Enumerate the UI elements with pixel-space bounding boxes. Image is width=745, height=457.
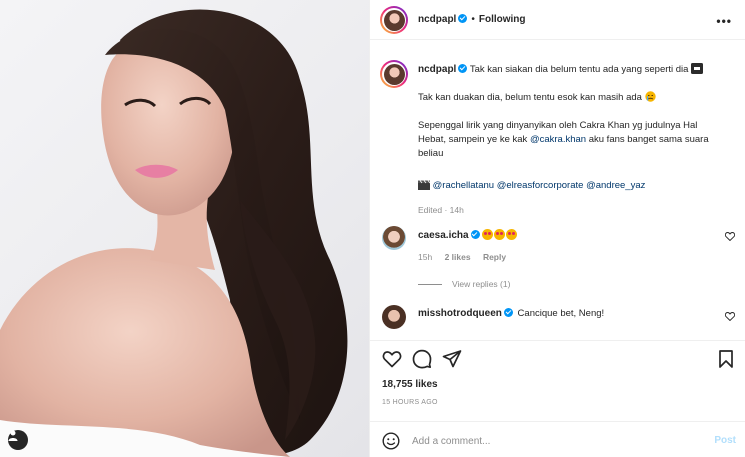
heart-eyes-emoji-icon (506, 229, 518, 240)
post-actions-bar (370, 340, 745, 374)
comment-item: caesa.icha (418, 229, 518, 241)
heart-on-fire-icon (691, 63, 704, 74)
post-dialog: ncdpapl • Following ••• ncdpapl Tak kan si… (0, 0, 745, 457)
comment-like-heart-icon[interactable] (724, 312, 736, 323)
post-timestamp[interactable]: 15 HOURS AGO (382, 399, 438, 406)
caption-username[interactable]: ncdpapl (418, 64, 456, 75)
portrait-image (0, 9, 348, 457)
verified-badge-icon (458, 64, 468, 73)
post-details-panel: ncdpapl • Following ••• ncdpapl Tak kan si… (369, 0, 745, 457)
comment-time: 15h (418, 252, 433, 262)
comment-avatar[interactable] (382, 226, 406, 250)
mention-cakra-khan[interactable]: @cakra.khan (530, 134, 586, 145)
mention-andree-yaz[interactable]: @andree_yaz (586, 180, 645, 191)
comment-item: misshotrodqueen Cancique bet, Neng! (418, 308, 604, 319)
user-tag-icon[interactable] (8, 430, 28, 450)
caption-paragraph-c: aku fans banget sama suara (586, 134, 709, 145)
comment-username[interactable]: caesa.icha (418, 230, 469, 241)
caption-paragraph-a: Sepenggal lirik yang dinyanyikan oleh Ca… (418, 120, 698, 131)
caption-line-2: Tak kan duakan dia, belum tentu esok kan… (418, 92, 642, 103)
caption-avatar[interactable] (383, 63, 405, 85)
following-button[interactable]: Following (479, 14, 526, 25)
view-replies-button[interactable]: View replies (1) (418, 279, 510, 289)
replies-divider-line (418, 283, 442, 285)
comment-username[interactable]: misshotrodqueen (418, 308, 502, 319)
caption-edited-time: Edited · 14h (418, 205, 464, 215)
likes-count[interactable]: 18,755 likes (382, 379, 438, 390)
heart-icon[interactable] (382, 349, 402, 369)
mention-rachellatanu[interactable]: @rachellatanu (433, 180, 494, 191)
post-caption: ncdpapl Tak kan siakan dia belum tentu a… (418, 63, 736, 217)
caption-paragraph-b: Hebat, sampein ye ke kak (418, 134, 530, 145)
comment-avatar[interactable] (382, 305, 406, 329)
post-header: ncdpapl • Following ••• (370, 0, 745, 40)
comment-like-heart-icon[interactable] (724, 232, 736, 243)
smiley-icon[interactable] (382, 432, 400, 450)
add-comment-bar: Post (370, 421, 745, 457)
heart-eyes-emoji-icon (494, 229, 506, 240)
heart-eyes-emoji-icon (482, 229, 494, 240)
verified-badge-icon (470, 230, 480, 239)
clapper-board-icon (418, 180, 430, 190)
post-button[interactable]: Post (714, 435, 736, 446)
verified-badge-icon (503, 308, 513, 317)
avatar[interactable] (383, 9, 405, 31)
author-username[interactable]: ncdpapl (418, 14, 456, 25)
verified-badge-icon (458, 14, 468, 23)
mention-elreasforcorporate[interactable]: @elreasforcorporate (497, 180, 584, 191)
share-icon[interactable] (442, 349, 462, 369)
comment-text: Cancique bet, Neng! (517, 308, 605, 319)
comment-reply-button[interactable]: Reply (483, 252, 506, 262)
view-replies-label: View replies (1) (452, 279, 511, 289)
separator-dot: • (471, 14, 475, 25)
comment-icon[interactable] (412, 349, 432, 369)
crying-face-icon (644, 91, 656, 102)
comment-input[interactable] (412, 431, 702, 451)
comment-likes[interactable]: 2 likes (445, 252, 471, 262)
more-options-icon[interactable]: ••• (716, 14, 732, 28)
bookmark-icon[interactable] (716, 349, 736, 369)
comment-meta: 15h 2 likes Reply (418, 252, 516, 262)
caption-paragraph-d: beliau (418, 148, 444, 159)
caption-line-1: Tak kan siakan dia belum tentu ada yang … (469, 64, 689, 75)
post-photo[interactable] (0, 0, 369, 457)
header-user: ncdpapl • Following (418, 14, 526, 25)
